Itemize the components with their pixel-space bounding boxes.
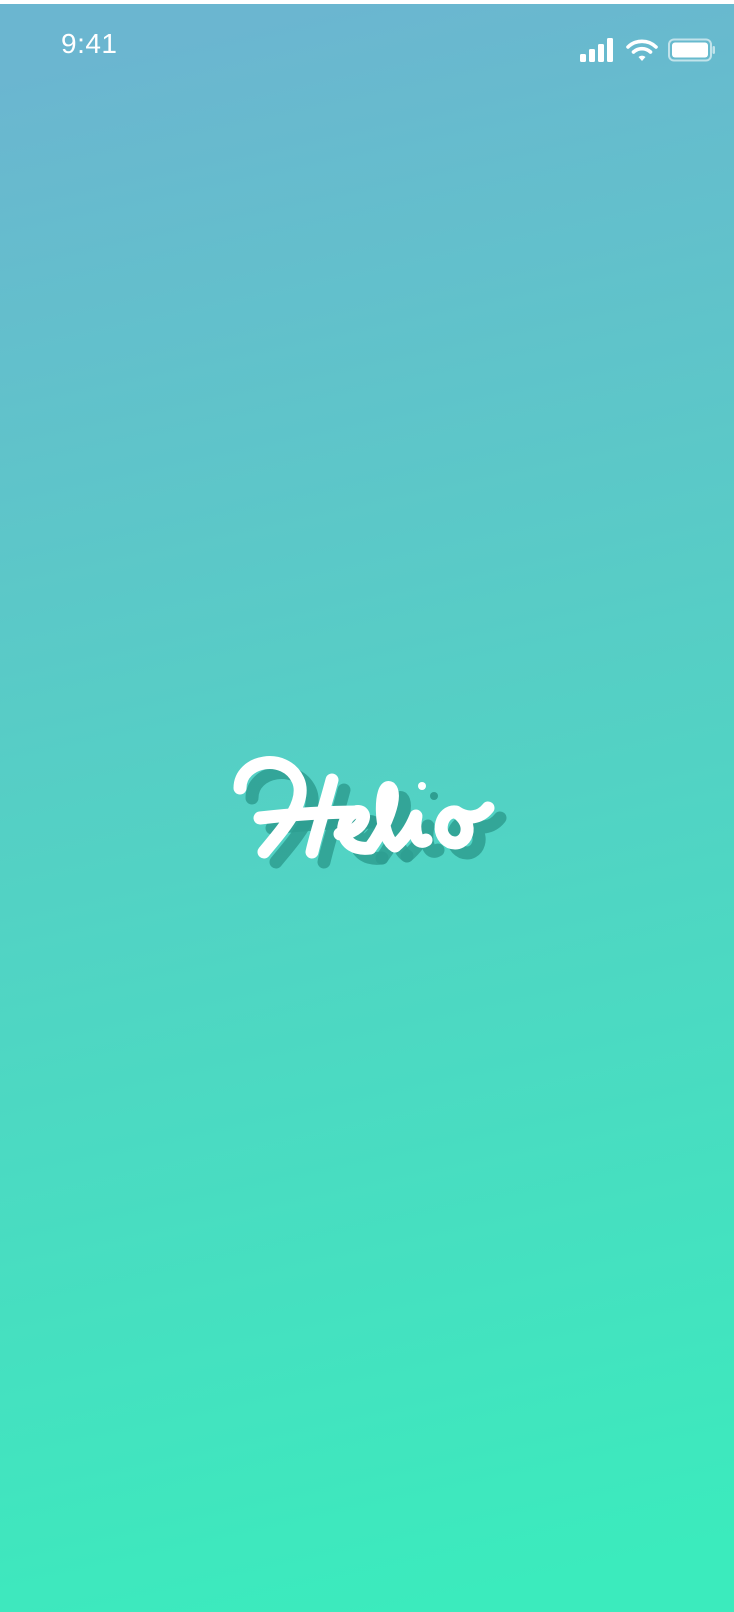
cellular-signal-icon	[580, 38, 613, 62]
splash-screen: 9:41	[0, 4, 734, 1612]
status-time: 9:41	[61, 28, 118, 59]
helio-logo	[233, 756, 507, 869]
wifi-icon	[626, 39, 658, 61]
battery-icon	[668, 38, 715, 62]
status-bar: 9:41	[0, 4, 734, 94]
status-icons	[580, 37, 716, 63]
